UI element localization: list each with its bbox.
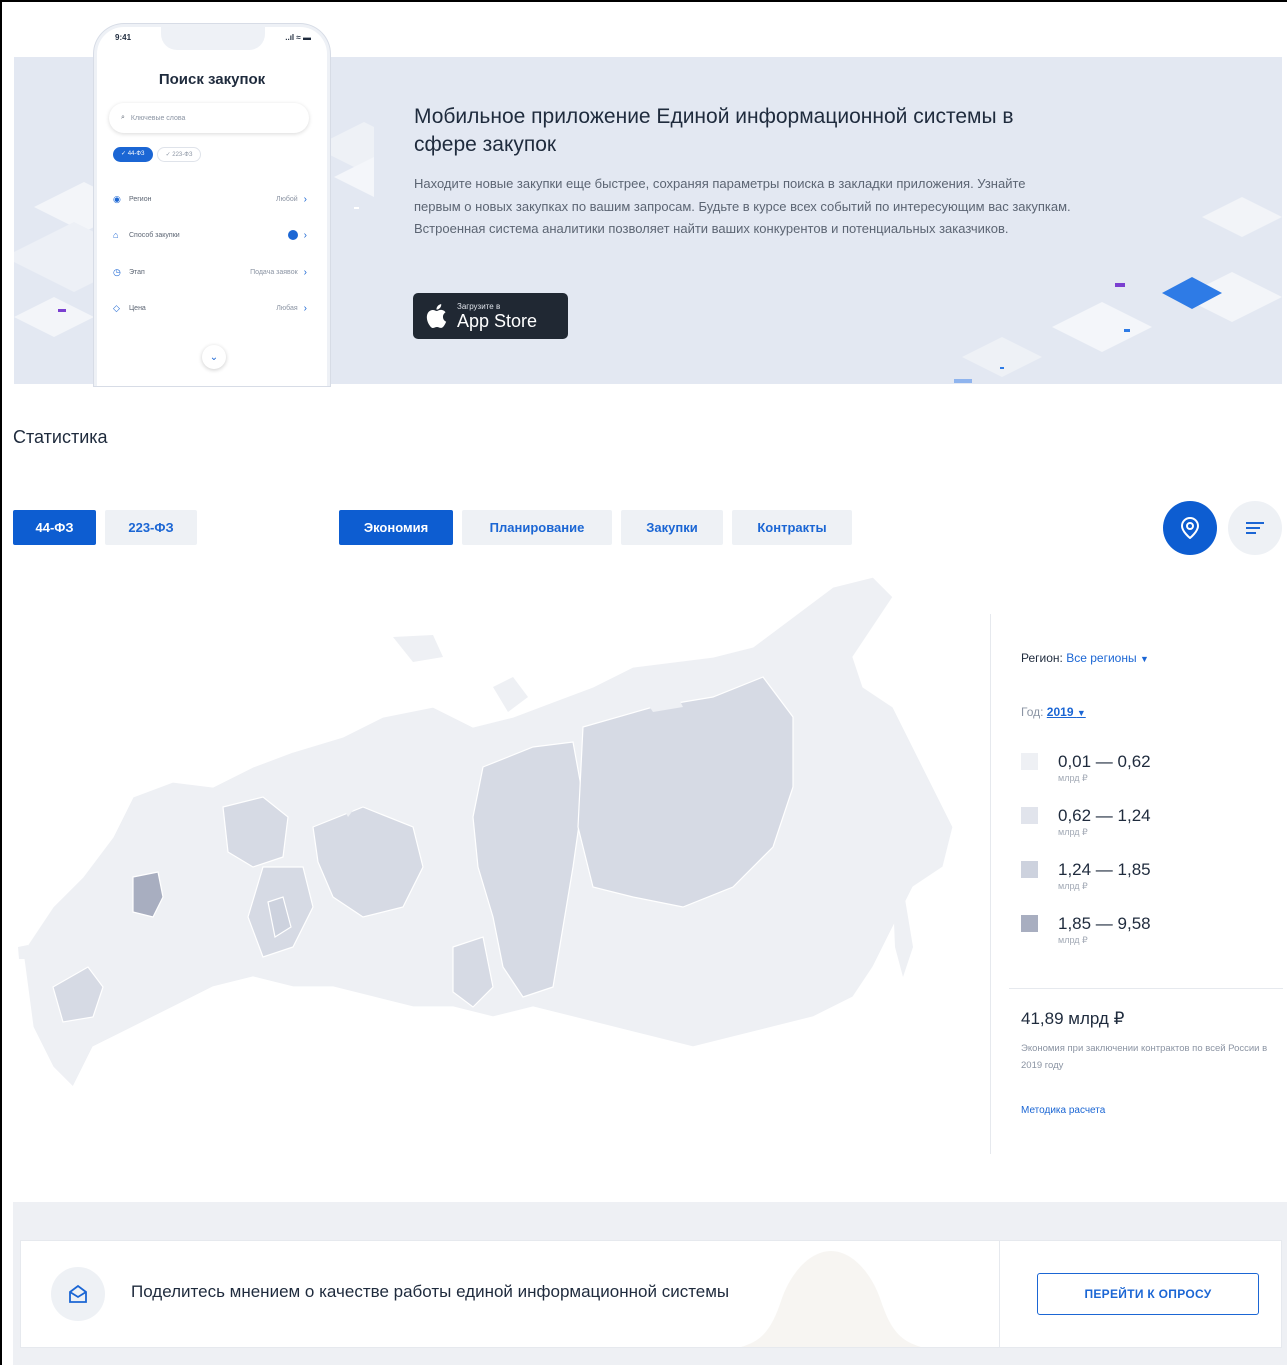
side-divider [1009, 988, 1283, 989]
phone-search-field: ⌕ Ключевые слова [109, 103, 309, 133]
app-store-label: App Store [457, 310, 538, 331]
legend-item: 1,85 — 9,58 млрд ₽ [1021, 914, 1151, 946]
legend-unit: млрд ₽ [1058, 827, 1088, 837]
legend-swatch [1021, 861, 1038, 878]
tab-economy[interactable]: Экономия [339, 510, 453, 545]
tab-contracts[interactable]: Контракты [732, 510, 852, 545]
legend-swatch [1021, 807, 1038, 824]
phone-notch [161, 27, 265, 50]
year-filter: Год: 2019 ▼ [1021, 705, 1086, 719]
region-value: Все регионы [1066, 651, 1137, 665]
banner-description: Находите новые закупки еще быстрее, сохр… [414, 176, 1071, 236]
region-label: Регион: [1021, 651, 1063, 665]
map-island-severnaya [493, 677, 528, 712]
phone-status-icons: ..ıl ≈ ▬ [285, 33, 311, 42]
chevron-right-icon: › [303, 229, 307, 241]
region-filter: Регион: Все регионы ▼ [1021, 651, 1149, 665]
phone-chip-223: ✓ 223-ФЗ [156, 147, 202, 162]
app-store-button[interactable]: Загрузите в App Store [413, 293, 568, 339]
legend-item: 0,01 — 0,62 млрд ₽ [1021, 752, 1151, 784]
legend-range: 0,62 — 1,24 [1058, 806, 1151, 825]
location-pin-icon: ◉ [113, 194, 121, 204]
chevron-down-icon: ⌄ [202, 345, 226, 369]
map-island-franz-josef [393, 635, 443, 662]
chevron-right-icon: › [303, 302, 307, 314]
year-label: Год: [1021, 705, 1044, 719]
tab-purchases[interactable]: Закупки [621, 510, 723, 545]
banner-title: Мобильное приложение Единой информационн… [414, 105, 1014, 156]
legend-item: 0,62 — 1,24 млрд ₽ [1021, 806, 1151, 838]
phone-row-stage: ◷ Этап Подача заявок › [113, 265, 307, 279]
chevron-right-icon: › [303, 193, 307, 205]
phone-row-price: ◇ Цена Любая › [113, 301, 307, 315]
phone-mockup: 9:41 ..ıl ≈ ▬ Поиск закупок ⌕ Ключевые с… [94, 24, 330, 386]
phone-chip-44: ✓ 44-ФЗ [113, 147, 153, 162]
total-economy-note: Экономия при заключении контрактов по вс… [1021, 1043, 1268, 1071]
clock-icon: ◷ [113, 267, 121, 277]
year-dropdown[interactable]: 2019 ▼ [1047, 705, 1086, 719]
tab-planning[interactable]: Планирование [462, 510, 612, 545]
phone-search-placeholder: Ключевые слова [130, 114, 186, 122]
phone-row-label: Регион [129, 195, 152, 203]
app-store-caption: Загрузите в [457, 301, 501, 311]
legend-unit: млрд ₽ [1058, 773, 1088, 783]
phone-row-label: Способ закупки [129, 231, 180, 239]
phone-title: Поиск закупок [158, 71, 266, 88]
map-island-sakhalin [893, 887, 913, 977]
calculation-method-link[interactable]: Методика расчета [1021, 1105, 1105, 1116]
statistics-side-panel: Регион: Все регионы ▼ Год: 2019 ▼ 0,01 —… [990, 614, 1283, 1154]
legend-range: 0,01 — 0,62 [1058, 752, 1151, 771]
envelope-icon [69, 1284, 87, 1303]
category-tabs: Экономия Планирование Закупки Контракты [339, 510, 852, 545]
legend-unit: млрд ₽ [1058, 935, 1088, 945]
chevron-right-icon: › [303, 266, 307, 278]
tab-44-fz[interactable]: 44-ФЗ [13, 510, 96, 545]
phone-row-value: Любая [276, 304, 298, 312]
phone-row-method: ⌂ Способ закупки › [113, 228, 307, 242]
emblem-watermark-icon [741, 1251, 921, 1347]
survey-divider [999, 1241, 1000, 1347]
total-economy: 41,89 млрд ₽ [1021, 1009, 1125, 1028]
list-view-button[interactable] [1228, 501, 1282, 555]
legend-item: 1,24 — 1,85 млрд ₽ [1021, 860, 1151, 892]
survey-icon-wrap [51, 1267, 105, 1321]
phone-time: 9:41 [115, 33, 132, 42]
survey-card: Поделитесь мнением о качестве работы еди… [20, 1240, 1282, 1348]
survey-section: Поделитесь мнением о качестве работы еди… [13, 1202, 1287, 1365]
statistics-title: Статистика [13, 427, 108, 447]
phone-row-value: Любой [276, 195, 298, 203]
legend-swatch [1021, 753, 1038, 770]
phone-row-region: ◉ Регион Любой › [113, 192, 307, 206]
caret-down-icon: ▼ [1076, 708, 1086, 718]
legend-swatch [1021, 915, 1038, 932]
apple-icon [426, 304, 447, 329]
caret-down-icon: ▼ [1139, 654, 1149, 664]
phone-row-label: Этап [129, 268, 145, 276]
go-to-survey-button[interactable]: ПЕРЕЙТИ К ОПРОСУ [1037, 1273, 1259, 1315]
law-tabs: 44-ФЗ 223-ФЗ [13, 510, 197, 545]
year-value: 2019 [1046, 705, 1074, 719]
tag-icon: ◇ [113, 303, 120, 313]
phone-row-label: Цена [129, 304, 146, 312]
region-dropdown[interactable]: Все регионы ▼ [1066, 651, 1149, 665]
count-badge [287, 230, 298, 240]
search-icon: ⌕ [121, 114, 125, 121]
phone-row-value: Подача заявок [250, 268, 298, 276]
russia-regions-map[interactable] [13, 567, 973, 1097]
map-view-button[interactable] [1163, 501, 1217, 555]
tab-223-fz[interactable]: 223-ФЗ [105, 510, 197, 545]
legend-range: 1,24 — 1,85 [1058, 860, 1151, 879]
building-icon: ⌂ [113, 230, 119, 240]
legend-range: 1,85 — 9,58 [1058, 914, 1151, 933]
location-pin-icon [1181, 517, 1199, 539]
list-icon [1246, 522, 1264, 534]
map-island-kaliningrad [18, 945, 29, 959]
survey-text: Поделитесь мнением о качестве работы еди… [131, 1282, 730, 1301]
phone-law-chips: ✓ 44-ФЗ ✓ 223-ФЗ [113, 147, 202, 162]
legend-unit: млрд ₽ [1058, 881, 1088, 891]
